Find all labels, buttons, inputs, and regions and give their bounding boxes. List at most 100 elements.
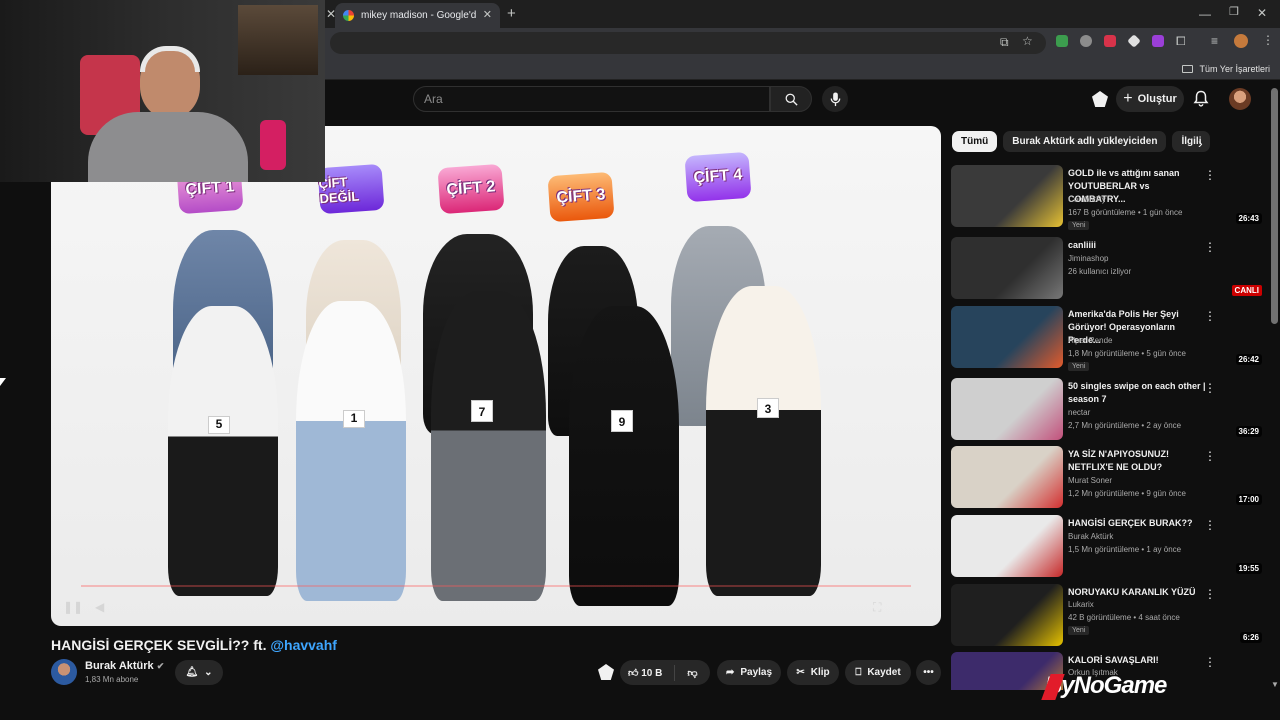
tab-close-icon[interactable]: ✕ — [483, 10, 492, 21]
all-bookmarks[interactable]: Tüm Yer İşaretleri — [1182, 58, 1270, 80]
more-options-icon[interactable]: ⋮ — [1204, 310, 1216, 322]
more-options-icon[interactable]: ⋮ — [1204, 241, 1216, 253]
video-player[interactable]: ÇİFT 1 ÇİFT DEĞİL ÇİFT 2 ÇİFT 3 ÇİFT 4 5… — [51, 126, 941, 626]
browser-tab[interactable]: mikey madison - Google'da Ara ✕ — [335, 3, 500, 28]
rec-channel: Alper Rende — [1068, 336, 1113, 345]
recommendation-item[interactable]: 26:42 Amerika'da Polis Her Şeyi Görüyor!… — [951, 306, 1266, 371]
more-options-icon[interactable]: ⋮ — [1204, 450, 1216, 462]
rec-title: canliiii — [1068, 240, 1097, 250]
save-button[interactable]: ⎕ Kaydet — [845, 660, 911, 685]
recommendation-item[interactable]: 19:55 HANGİSİ GERÇEK BURAK?? Burak Aktür… — [951, 515, 1266, 577]
scrollbar-thumb[interactable] — [1271, 88, 1278, 324]
search-input[interactable]: Ara — [413, 86, 770, 112]
like-button[interactable]: 👍︎ 10 B — [628, 667, 662, 679]
scroll-down-icon[interactable]: ▼ — [1271, 680, 1279, 689]
video-thumbnail[interactable] — [951, 584, 1063, 646]
badge-cift-4: ÇİFT 4 — [684, 151, 752, 203]
rec-channel: Burak Aktürk — [1068, 532, 1114, 541]
chip-from-uploader[interactable]: Burak Aktürk adlı yükleyiciden — [1003, 131, 1167, 152]
voice-search-button[interactable] — [822, 86, 848, 112]
share-label: Paylaş — [740, 667, 773, 678]
shield-extension-icon[interactable] — [1080, 35, 1092, 47]
duration-badge: 19:55 — [1235, 563, 1262, 574]
channel-name-label: Burak Aktürk — [85, 660, 154, 672]
number-tag: 5 — [208, 416, 230, 434]
rec-meta: 167 B görüntüleme • 1 gün önce — [1068, 208, 1183, 217]
more-options-icon[interactable]: ⋮ — [1204, 169, 1216, 181]
recommendation-item[interactable]: 17:00 YA SİZ N'APIYOSUNUZ! NETFLIX'E NE … — [951, 446, 1266, 508]
volume-icon[interactable]: ◀ — [95, 600, 104, 614]
search-button[interactable] — [770, 86, 812, 112]
notifications-button[interactable] — [1193, 90, 1209, 112]
progress-bar[interactable] — [81, 585, 911, 587]
chevron-right-icon[interactable]: › — [1198, 135, 1203, 151]
share-icon: ➦ — [725, 667, 735, 678]
share-button[interactable]: ➦ Paylaş — [717, 660, 781, 685]
window-close-icon[interactable]: ✕ — [1257, 7, 1267, 19]
live-badge: CANLI — [1231, 285, 1262, 296]
number-tag: 7 — [471, 400, 493, 422]
profile-icon[interactable] — [1234, 34, 1248, 48]
more-options-icon[interactable]: ⋮ — [1204, 656, 1216, 668]
shelf — [238, 5, 318, 75]
new-tab-button[interactable]: + — [507, 6, 516, 21]
more-actions-button[interactable]: ••• — [916, 660, 941, 685]
video-thumbnail[interactable] — [951, 237, 1063, 299]
rec-channel: nectar — [1068, 408, 1091, 417]
channel-avatar[interactable] — [51, 659, 77, 685]
bookmark-star-icon[interactable]: ☆ — [1022, 35, 1033, 47]
rec-channel: Lukarix — [1068, 600, 1094, 609]
browser-menu-icon[interactable]: ⋮ — [1262, 34, 1274, 46]
pause-icon[interactable]: ❚❚ — [63, 600, 83, 614]
channel-name[interactable]: Burak Aktürk ✔ — [85, 660, 164, 672]
puzzle-icon[interactable]: ⧠ — [1176, 35, 1186, 47]
rec-meta: 1,8 Mn görüntüleme • 5 gün önce — [1068, 349, 1186, 358]
duration-badge: 26:42 — [1235, 354, 1262, 365]
create-button[interactable]: + Oluştur — [1116, 86, 1184, 112]
reading-list-icon[interactable]: ≡ — [1211, 35, 1218, 47]
minimize-icon[interactable]: — — [1199, 8, 1211, 20]
more-options-icon[interactable]: ⋮ — [1204, 519, 1216, 531]
recommendation-item[interactable]: 6:26 NORUYAKU KARANLIK YÜZÜ Lukarix 42 B… — [951, 584, 1266, 646]
duration-badge: 26:43 — [1235, 213, 1262, 224]
fullscreen-icon[interactable]: ⛶ — [873, 600, 881, 615]
clip-label: Klip — [810, 667, 830, 678]
recommendation-item[interactable]: 36:29 50 singles swipe on each other | s… — [951, 378, 1266, 440]
streamer-body — [88, 112, 248, 182]
rec-title: YA SİZ N'APIYOSUNUZ! NETFLIX'E NE OLDU? — [1068, 449, 1169, 472]
rec-meta: 42 B görüntüleme • 4 saat önce — [1068, 613, 1180, 622]
video-thumbnail[interactable] — [951, 378, 1063, 440]
recommendation-item[interactable]: CANLI canliiii Jiminashop 26 kullanıcı i… — [951, 237, 1266, 299]
extension-icon[interactable] — [1056, 35, 1068, 47]
clip-button[interactable]: ✂ Klip — [787, 660, 839, 685]
recommendation-item[interactable]: 26:43 GOLD ile vs attığını sanan YOUTUBE… — [951, 165, 1266, 230]
video-thumbnail[interactable] — [951, 306, 1063, 368]
like-count: 10 B — [641, 667, 663, 679]
rec-title: HANGİSİ GERÇEK BURAK?? — [1068, 518, 1193, 528]
chip-related[interactable]: İlgili — [1172, 131, 1211, 152]
more-options-icon[interactable]: ⋮ — [1204, 382, 1216, 394]
tag-extension-icon[interactable] — [1104, 35, 1116, 47]
more-options-icon[interactable]: ⋮ — [1204, 588, 1216, 600]
video-thumbnail[interactable] — [951, 446, 1063, 508]
number-tag: 1 — [343, 410, 365, 428]
user-avatar[interactable] — [1229, 88, 1251, 110]
video-thumbnail[interactable] — [951, 515, 1063, 577]
ask-sparkle-icon[interactable] — [598, 664, 614, 680]
mention-link[interactable]: @havvahf — [270, 637, 337, 653]
install-icon[interactable]: ⧉ — [1000, 36, 1009, 48]
plus-icon: + — [1123, 90, 1133, 107]
dislike-button[interactable]: 👎︎ — [687, 667, 697, 679]
purple-extension-icon[interactable] — [1152, 35, 1164, 47]
chip-all[interactable]: Tümü — [952, 131, 998, 152]
mouse-cursor — [0, 378, 6, 386]
mic-icon — [830, 91, 840, 106]
subscription-bell-button[interactable]: 🔔︎ ⌄ — [175, 660, 223, 685]
address-bar[interactable] — [330, 32, 1046, 54]
person — [569, 306, 679, 606]
video-thumbnail[interactable] — [951, 165, 1063, 227]
thumbs-down-icon: 👎︎ — [687, 667, 698, 679]
restore-icon[interactable]: ❐ — [1229, 7, 1239, 18]
thumbs-up-icon: 👍︎ — [628, 667, 639, 679]
duration-badge: 6:26 — [1239, 632, 1262, 643]
